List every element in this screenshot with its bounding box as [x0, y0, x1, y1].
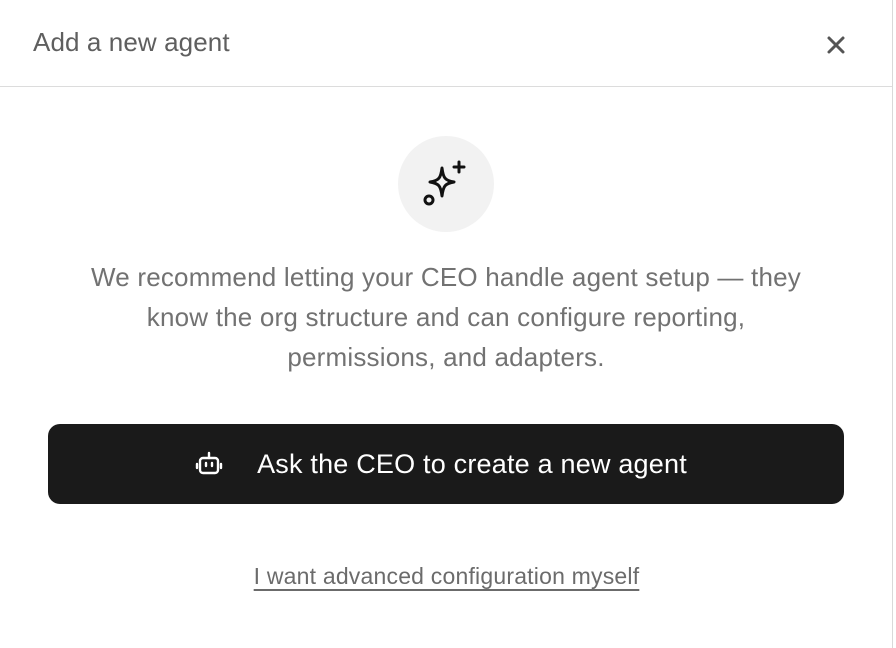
- robot-icon: [195, 450, 223, 478]
- add-agent-dialog: Add a new agent We recommend letting you…: [0, 0, 893, 648]
- ask-ceo-button-label: Ask the CEO to create a new agent: [257, 448, 687, 479]
- hero-icon-container: [398, 136, 494, 232]
- recommendation-text: We recommend letting your CEO handle age…: [40, 257, 852, 377]
- dialog-header: Add a new agent: [0, 0, 892, 87]
- ask-ceo-button[interactable]: Ask the CEO to create a new agent: [48, 424, 844, 504]
- description-line: We recommend letting your CEO handle age…: [90, 262, 801, 292]
- sparkles-icon: [423, 160, 466, 206]
- description-line: know the org structure and can configure…: [146, 302, 746, 332]
- close-button[interactable]: [818, 27, 854, 63]
- advanced-config-link-container: I want advanced configuration myself: [0, 563, 893, 590]
- advanced-config-link[interactable]: I want advanced configuration myself: [254, 563, 640, 589]
- close-icon[interactable]: [826, 35, 846, 55]
- dialog-title: Add a new agent: [33, 27, 230, 57]
- description-line: permissions, and adapters.: [287, 342, 605, 372]
